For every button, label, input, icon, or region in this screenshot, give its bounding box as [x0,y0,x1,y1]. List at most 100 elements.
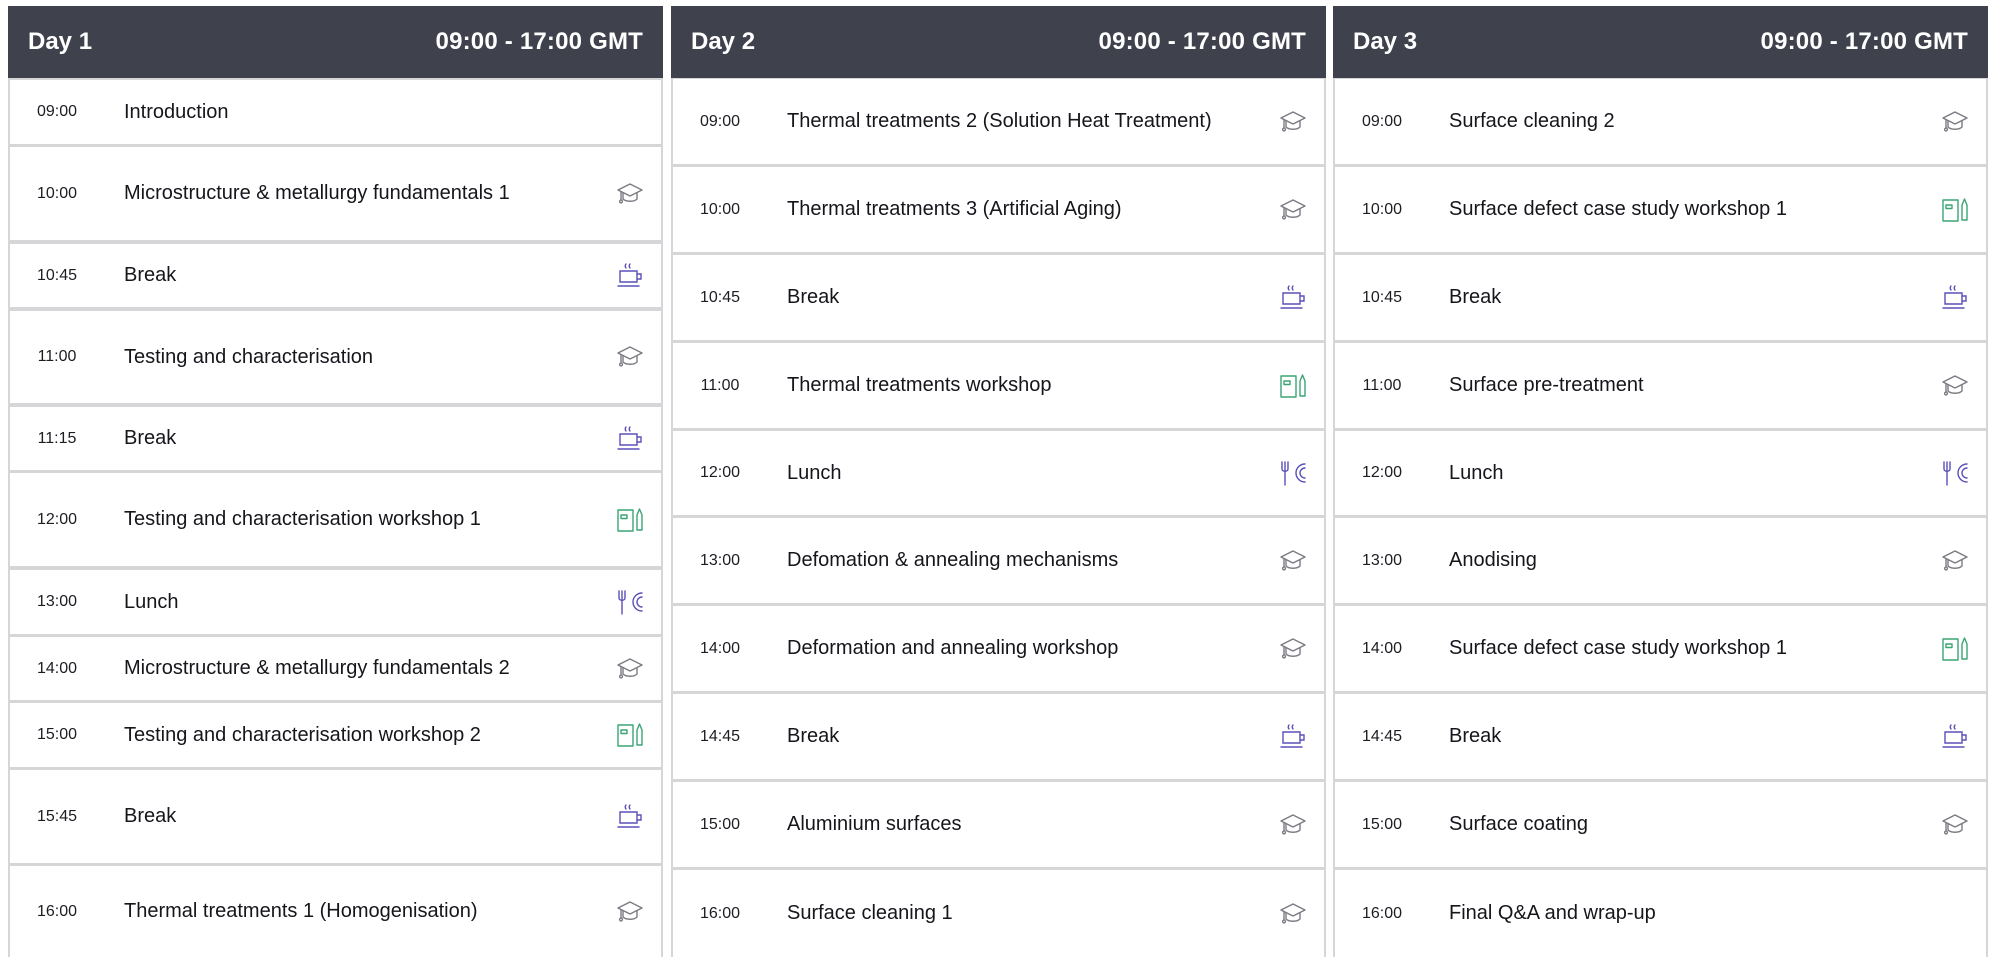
session-title: Break [124,264,177,286]
session-time: 10:00 [1335,167,1429,252]
session-row[interactable]: 12:00 Lunch [673,431,1324,515]
session-row[interactable]: 11:15 Break [10,407,661,470]
day-header: Day 1 09:00 - 17:00 GMT [8,6,663,78]
session-row[interactable]: 14:00 Deformation and annealing workshop [673,606,1324,691]
session-body: Introduction [108,80,661,144]
coffee-cup-icon [615,261,645,291]
session-row[interactable]: 14:00 Surface defect case study workshop … [1335,606,1986,691]
session-time: 10:00 [10,147,104,240]
session-row[interactable]: 15:00 Testing and characterisation worksh… [10,703,661,767]
graduation-cap-icon [1278,195,1308,225]
session-row[interactable]: 10:00 Microstructure & metallurgy fundame… [10,147,661,240]
graduation-cap-icon [1940,107,1970,137]
session-time: 16:00 [10,866,104,957]
session-body: Defomation & annealing mechanisms [771,518,1324,603]
day-header: Day 3 09:00 - 17:00 GMT [1333,6,1988,78]
session-title: Surface defect case study workshop 1 [1449,637,1787,659]
session-title: Anodising [1449,549,1537,571]
session-title: Microstructure & metallurgy fundamentals… [124,182,510,204]
session-row[interactable]: 16:00 Thermal treatments 1 (Homogenisatio… [10,866,661,957]
session-time: 14:00 [10,637,104,700]
session-row[interactable]: 11:00 Surface pre-treatment [1335,343,1986,428]
coffee-cup-icon [615,802,645,832]
session-title: Break [787,286,840,308]
session-title: Thermal treatments 3 (Artificial Aging) [787,198,1122,220]
session-body: Break [108,407,661,470]
session-row[interactable]: 11:00 Thermal treatments workshop [673,343,1324,428]
session-row[interactable]: 13:00 Lunch [10,570,661,634]
session-title: Microstructure & metallurgy fundamentals… [124,657,510,679]
session-title: Testing and characterisation [124,345,374,368]
session-row[interactable]: 15:00 Surface coating [1335,782,1986,867]
session-row[interactable]: 10:45 Break [1335,255,1986,340]
session-title: Final Q&A and wrap-up [1449,902,1656,924]
session-body: Surface pre-treatment [1433,343,1986,428]
session-body: Surface defect case study workshop 1 [1433,167,1986,252]
coffee-cup-icon [1278,283,1308,313]
session-title: Surface cleaning 1 [787,902,953,924]
day-column-3: Day 3 09:00 - 17:00 GMT 09:00 Surface clean… [1333,6,1988,957]
session-row[interactable]: 14:45 Break [673,694,1324,779]
session-row[interactable]: 10:45 Break [10,244,661,307]
session-row[interactable]: 10:00 Thermal treatments 3 (Artificial Ag… [673,167,1324,252]
session-time: 12:00 [10,473,104,566]
session-time: 14:00 [1335,606,1429,691]
session-title: Surface cleaning 2 [1449,110,1615,132]
session-row[interactable]: 12:00 Testing and characterisation worksh… [10,473,661,566]
session-row[interactable]: 14:45 Break [1335,694,1986,779]
session-body: Surface defect case study workshop 1 [1433,606,1986,691]
session-body: Microstructure & metallurgy fundamentals… [108,637,661,700]
session-row[interactable]: 12:00 Lunch [1335,431,1986,515]
session-time: 14:45 [1335,694,1429,779]
session-row[interactable]: 15:45 Break [10,770,661,863]
session-title: Break [787,725,840,747]
session-row[interactable]: 13:00 Defomation & annealing mechanisms [673,518,1324,603]
session-title: Surface coating [1449,813,1588,835]
coffee-cup-icon [1278,722,1308,752]
graduation-cap-icon [615,654,645,684]
session-row[interactable]: 10:45 Break [673,255,1324,340]
session-row[interactable]: 16:00 Surface cleaning 1 [673,870,1324,957]
session-row[interactable]: 13:00 Anodising [1335,518,1986,603]
session-title: Thermal treatments 1 (Homogenisation) [124,900,478,922]
session-title: Aluminium surfaces [787,813,962,835]
session-body: Break [771,694,1324,779]
session-body: Deformation and annealing workshop [771,606,1324,691]
graduation-cap-icon [1278,107,1308,137]
session-body: Lunch [771,431,1324,515]
session-row[interactable]: 09:00 Introduction [10,80,661,144]
workshop-icon [615,720,645,750]
session-title: Break [1449,725,1502,747]
session-row[interactable]: 09:00 Surface cleaning 2 [1335,79,1986,164]
session-time: 11:15 [10,407,104,470]
day-hours: 09:00 - 17:00 GMT [435,28,643,55]
day-header: Day 2 09:00 - 17:00 GMT [671,6,1326,78]
session-time: 12:00 [1335,431,1429,515]
session-time: 15:00 [1335,782,1429,867]
session-title: Testing and characterisation workshop 2 [124,723,481,746]
session-body: Thermal treatments 3 (Artificial Aging) [771,167,1324,252]
session-body: Break [108,244,661,307]
session-row[interactable]: 10:00 Surface defect case study workshop … [1335,167,1986,252]
session-body: Final Q&A and wrap-up [1433,870,1986,957]
workshop-icon [1278,371,1308,401]
day-label: Day 2 [691,28,756,55]
session-row[interactable]: 11:00 Testing and characterisation [10,311,661,403]
session-row[interactable]: 09:00 Thermal treatments 2 (Solution Heat… [673,79,1324,164]
session-row[interactable]: 14:00 Microstructure & metallurgy fundame… [10,637,661,700]
session-title: Testing and characterisation workshop 1 [124,508,481,530]
graduation-cap-icon [1278,899,1308,929]
day-column-1: Day 1 09:00 - 17:00 GMT 09:00 Introduction 1… [8,6,663,957]
session-time: 13:00 [10,570,104,634]
session-time: 10:45 [1335,255,1429,340]
session-title: Break [124,805,177,827]
session-row[interactable]: 16:00 Final Q&A and wrap-up [1335,870,1986,957]
session-row[interactable]: 15:00 Aluminium surfaces [673,782,1324,867]
session-time: 15:45 [10,770,104,863]
session-body: Testing and characterisation workshop 2 [108,703,661,767]
session-title: Introduction [124,100,229,123]
day-hours: 09:00 - 17:00 GMT [1760,28,1968,55]
session-time: 13:00 [1335,518,1429,603]
session-time: 11:00 [1335,343,1429,428]
session-body: Thermal treatments workshop [771,343,1324,428]
